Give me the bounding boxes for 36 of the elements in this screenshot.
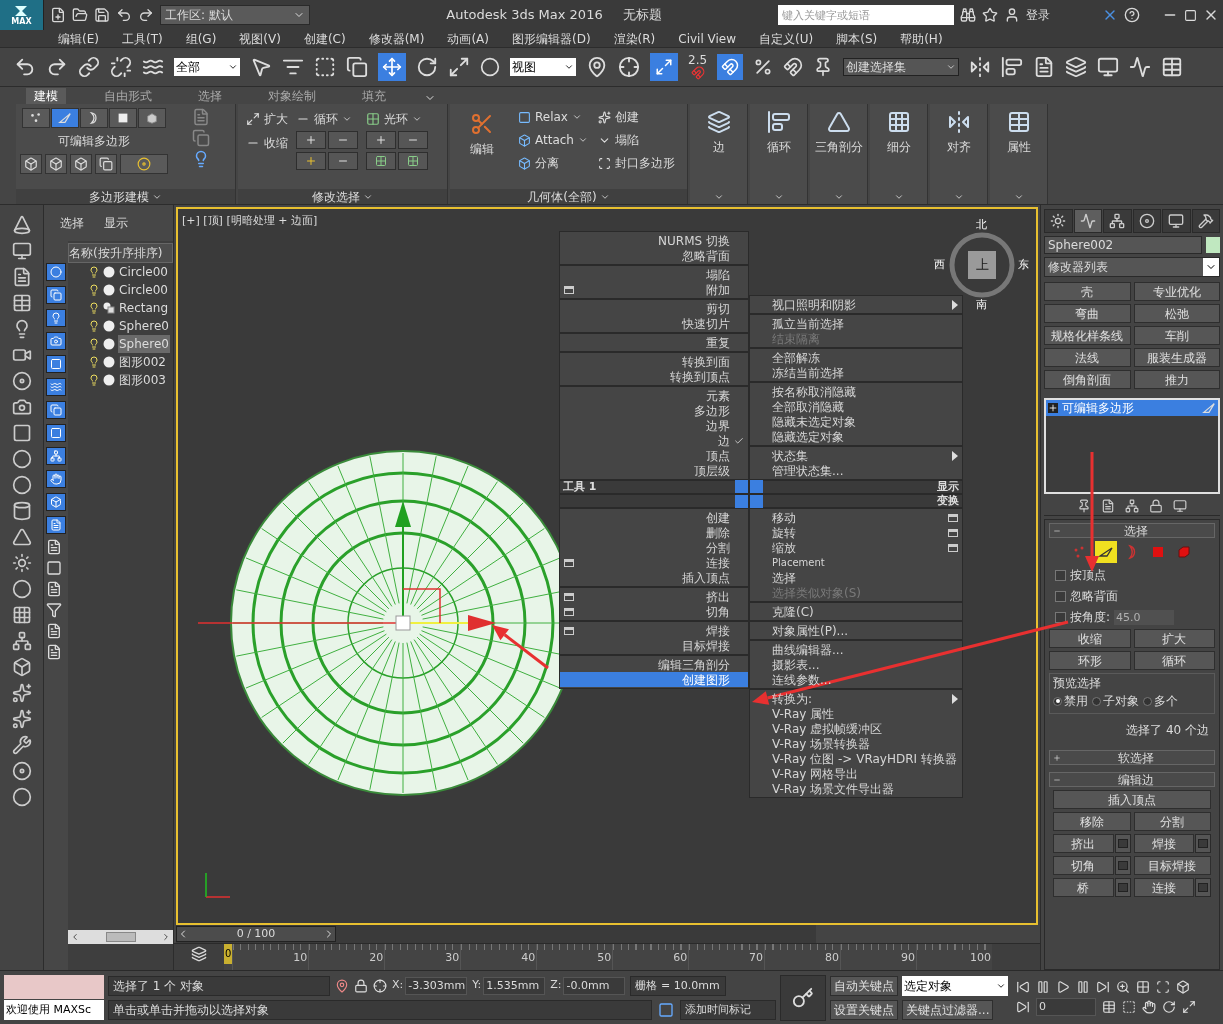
compass-label: 东	[1018, 259, 1029, 271]
panel-label: 可编辑多边形	[57, 133, 130, 150]
selection-status: 选择了 1 个 对象	[108, 975, 330, 996]
panel-title: 多边形建模	[89, 188, 149, 206]
compass-label: 南	[976, 299, 987, 311]
frame-tick: 50	[597, 950, 613, 966]
panel-title: 几何体(全部)	[527, 188, 597, 206]
axis-label: Z:	[550, 977, 562, 994]
checkbox-label: 按顶点	[1070, 567, 1106, 584]
checkbox-label: 按角度:	[1070, 609, 1111, 626]
window-title: Autodesk 3ds Max 2016	[446, 6, 603, 25]
compass-label: 西	[934, 259, 945, 271]
frame-tick: 80	[825, 950, 841, 966]
radio-label: 多个	[1154, 693, 1178, 710]
axis-label: Y:	[472, 977, 482, 994]
frame-tick: 10	[293, 950, 309, 966]
selection-status: 选择了 40 个边	[1125, 722, 1210, 739]
panel-title: 修改选择	[312, 188, 360, 206]
frame-tick: 20	[369, 950, 385, 966]
quad-header: 变换	[749, 494, 963, 508]
quad-header: 工具 1	[559, 480, 749, 494]
grid-size: 栅格 = 10.0mm	[630, 975, 727, 996]
checkbox-label: 忽略背面	[1070, 588, 1118, 605]
radio-label: 子对象	[1103, 693, 1139, 710]
frame-tick: 60	[673, 950, 689, 966]
compass-label: 北	[976, 219, 987, 231]
document-title: 无标题	[622, 6, 662, 25]
radio-label: 禁用	[1064, 693, 1088, 710]
frame-tick: 90	[901, 950, 917, 966]
frame-tick: 100	[970, 950, 992, 966]
frame-tick: 40	[521, 950, 537, 966]
axis-label: X:	[392, 977, 404, 994]
frame-tick: 30	[445, 950, 461, 966]
frame-tick: 70	[749, 950, 765, 966]
quad-header: 显示	[749, 480, 963, 494]
group-label: 预览选择	[1053, 675, 1102, 692]
